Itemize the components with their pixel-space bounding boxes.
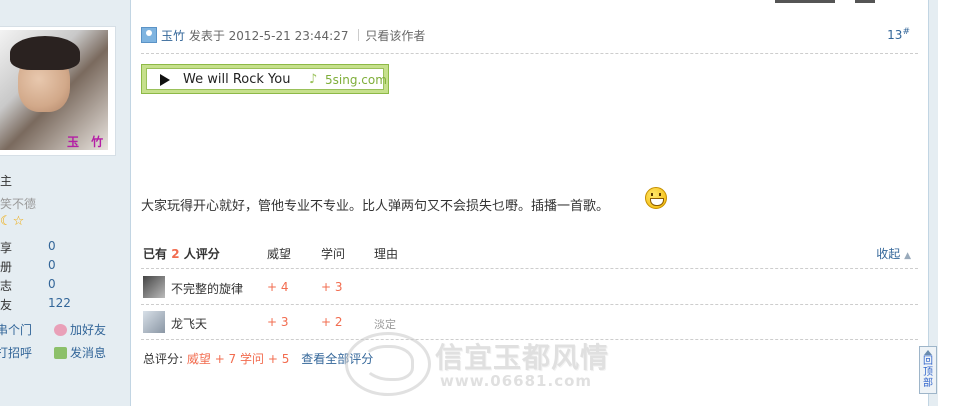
send-message-label: 发消息 <box>70 346 107 360</box>
message-icon <box>54 347 67 359</box>
greet-label: 打招呼 <box>0 346 33 360</box>
total-xuewen: 学问 + 5 <box>240 352 290 366</box>
floor-value: 13 <box>887 28 903 42</box>
grin-smiley-icon <box>645 187 667 209</box>
add-friend-icon <box>54 324 67 336</box>
post-message: 大家玩得开心就好，管他专业不专业。比人弹两句又不会损失乜嘢。插播一首歌。 <box>141 199 610 214</box>
add-friend-label: 加好友 <box>70 323 107 337</box>
total-weiwang: 威望 + 7 <box>186 352 237 366</box>
stat-value[interactable]: 0 <box>48 277 56 291</box>
rating-xuewen: + 3 <box>321 280 343 294</box>
rating-suffix: 人评分 <box>183 247 220 261</box>
only-author-link[interactable]: 只看该作者 <box>365 29 425 43</box>
stat-value[interactable]: 0 <box>48 239 56 253</box>
total-label: 总评分: <box>143 352 184 366</box>
divider <box>358 29 360 41</box>
rater-name[interactable]: 龙飞天 <box>171 315 207 332</box>
rater-avatar[interactable] <box>143 276 165 298</box>
stat-value[interactable]: 122 <box>48 296 71 310</box>
music-note-icon: ♪ <box>309 72 318 87</box>
arrow-up-icon <box>924 350 932 355</box>
rating-divider <box>141 268 918 269</box>
music-player[interactable]: We will Rock You ♪ 5sing.com <box>141 64 389 94</box>
back-to-top-button[interactable]: 回顶部 <box>919 346 937 394</box>
stat-row: 册 0 <box>0 258 128 276</box>
stat-row: 享 0 <box>0 239 128 257</box>
post-time: 发表于 2012-5-21 23:44:27 <box>188 29 349 43</box>
floor-number[interactable]: 13# <box>887 27 910 42</box>
watermark-text: 信宜玉都风情 <box>435 341 610 374</box>
avatar-photo <box>0 30 108 150</box>
player-brand[interactable]: 5sing.com <box>325 73 387 87</box>
back-to-top-label: 回顶部 <box>923 356 933 389</box>
rating-row: 不完整的旋律 + 4 + 3 <box>143 276 913 300</box>
rating-xuewen: + 2 <box>321 315 343 329</box>
user-online-icon <box>141 27 157 43</box>
watermark-logo-icon <box>345 332 431 396</box>
avatar-name: 玉 竹 <box>67 135 108 149</box>
rater-avatar[interactable] <box>143 311 165 333</box>
page-margin <box>938 0 960 406</box>
rating-total: 总评分: 威望 + 7 学问 + 5 查看全部评分 <box>143 350 373 367</box>
stat-label: 享 <box>0 241 13 255</box>
toolbar-fragment <box>775 0 835 7</box>
rating-weiwang: + 3 <box>267 315 289 329</box>
add-friend-link[interactable]: 加好友 <box>54 321 106 338</box>
rating-divider <box>141 304 918 305</box>
site-watermark: 信宜玉都风情 www.06681.com <box>345 330 625 396</box>
rating-header: 已有 2 人评分 威望 学问 理由 收起 ▲ <box>143 245 913 261</box>
rank-title: 主 <box>0 174 13 188</box>
collapse-link[interactable]: 收起 ▲ <box>876 245 911 262</box>
col-xuewen: 学问 <box>321 247 346 261</box>
collapse-label: 收起 <box>876 247 901 261</box>
collapse-arrow-icon: ▲ <box>904 251 911 261</box>
send-message-link[interactable]: 发消息 <box>54 344 106 361</box>
watermark-url: www.06681.com <box>440 372 593 390</box>
song-title: We will Rock You <box>183 72 291 87</box>
rating-prefix: 已有 <box>143 247 168 261</box>
stat-row: 志 0 <box>0 277 128 295</box>
stat-label: 册 <box>0 260 13 274</box>
play-icon[interactable] <box>160 74 170 86</box>
rating-weiwang: + 4 <box>267 280 289 294</box>
stat-label: 志 <box>0 279 13 293</box>
rater-name[interactable]: 不完整的旋律 <box>171 280 243 297</box>
post-header: 玉竹 发表于 2012-5-21 23:44:27 只看该作者 13# <box>141 27 918 45</box>
floor-mark: # <box>902 27 910 37</box>
stat-value[interactable]: 0 <box>48 258 56 272</box>
col-weiwang: 威望 <box>267 247 292 261</box>
rating-summary: 已有 2 人评分 <box>143 245 220 262</box>
header-divider <box>141 53 918 54</box>
toolbar-fragment <box>855 0 875 7</box>
visit-space-link[interactable]: 串个门 <box>0 321 32 338</box>
signature: 笑不德 <box>0 197 37 211</box>
visit-space-label: 串个门 <box>0 323 33 337</box>
author-sidebar: 玉 竹 主 笑不德 ☾☆ 享 0 册 0 志 0 友 122 串个门 加好友 打… <box>0 0 131 406</box>
col-reason: 理由 <box>374 247 399 261</box>
greet-link[interactable]: 打招呼 <box>0 344 32 361</box>
avatar[interactable]: 玉 竹 <box>0 26 116 156</box>
rating-count: 2 <box>171 247 180 261</box>
author-link[interactable]: 玉竹 <box>161 29 185 43</box>
player-body: We will Rock You ♪ 5sing.com <box>146 68 387 90</box>
stat-row: 友 122 <box>0 296 128 314</box>
stat-label: 友 <box>0 298 13 312</box>
star-rank-icon: ☾☆ <box>0 214 26 229</box>
